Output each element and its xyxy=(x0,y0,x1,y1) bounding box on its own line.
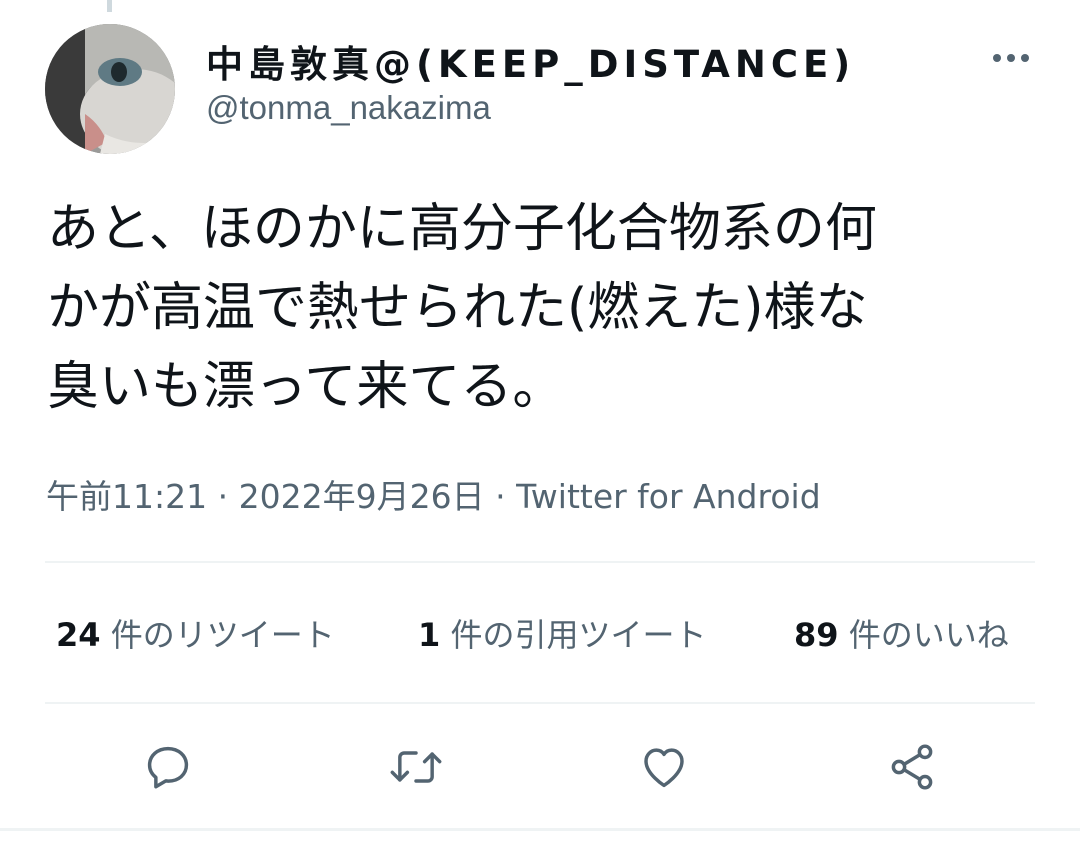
divider xyxy=(45,702,1035,704)
avatar[interactable] xyxy=(45,24,175,154)
quote-count: 1 xyxy=(418,616,441,654)
like-count: 89 xyxy=(794,616,839,654)
author-display-name[interactable]: 中島敦真@(KEEP_DISTANCE) xyxy=(206,34,855,88)
like-count-label: 件のいいね xyxy=(848,616,1009,654)
tweet-text-line: あと、ほのかに高分子化合物系の何 xyxy=(47,199,877,259)
retweet-count-link[interactable]: 24 件のリツイート xyxy=(56,610,335,656)
quote-count-link[interactable]: 1 件の引用ツイート xyxy=(418,610,706,656)
more-dots-icon xyxy=(993,54,1029,62)
cat-photo-avatar-icon xyxy=(45,24,175,154)
retweet-icon xyxy=(390,751,442,783)
tweet-text-line: 臭いも漂って来てる。 xyxy=(47,357,565,417)
heart-icon xyxy=(644,748,684,788)
meta-separator: · xyxy=(217,477,229,516)
more-options-button[interactable] xyxy=(986,38,1036,78)
tweet-text: あと、ほのかに高分子化合物系の何 かが高温で熱せられた(燃えた)様な 臭いも漂っ… xyxy=(47,190,1047,427)
reply-button[interactable] xyxy=(136,735,200,799)
like-button[interactable] xyxy=(632,735,696,799)
share-button[interactable] xyxy=(880,735,944,799)
retweet-button[interactable] xyxy=(384,735,448,799)
share-icon xyxy=(891,744,933,790)
tweet-metadata: 午前11:21 · 2022年9月26日 · Twitter for Andro… xyxy=(46,470,821,518)
tweet-text-line: かが高温で熱せられた(燃えた)様な xyxy=(47,278,868,338)
retweet-count: 24 xyxy=(56,616,101,654)
like-count-link[interactable]: 89 件のいいね xyxy=(794,610,1009,656)
tweet-action-bar xyxy=(0,735,1080,805)
divider xyxy=(45,561,1035,563)
tweet-date[interactable]: 2022年9月26日 xyxy=(239,477,485,516)
bottom-divider xyxy=(0,828,1080,831)
tweet-time[interactable]: 午前11:21 xyxy=(46,477,207,516)
thread-connector-line xyxy=(107,0,112,12)
quote-count-label: 件の引用ツイート xyxy=(450,616,707,654)
author-handle[interactable]: @tonma_nakazima xyxy=(206,89,491,127)
tweet-source-link[interactable]: Twitter for Android xyxy=(516,477,821,516)
meta-separator: · xyxy=(495,477,506,516)
retweet-count-label: 件のリツイート xyxy=(110,616,335,654)
reply-icon xyxy=(147,746,189,789)
